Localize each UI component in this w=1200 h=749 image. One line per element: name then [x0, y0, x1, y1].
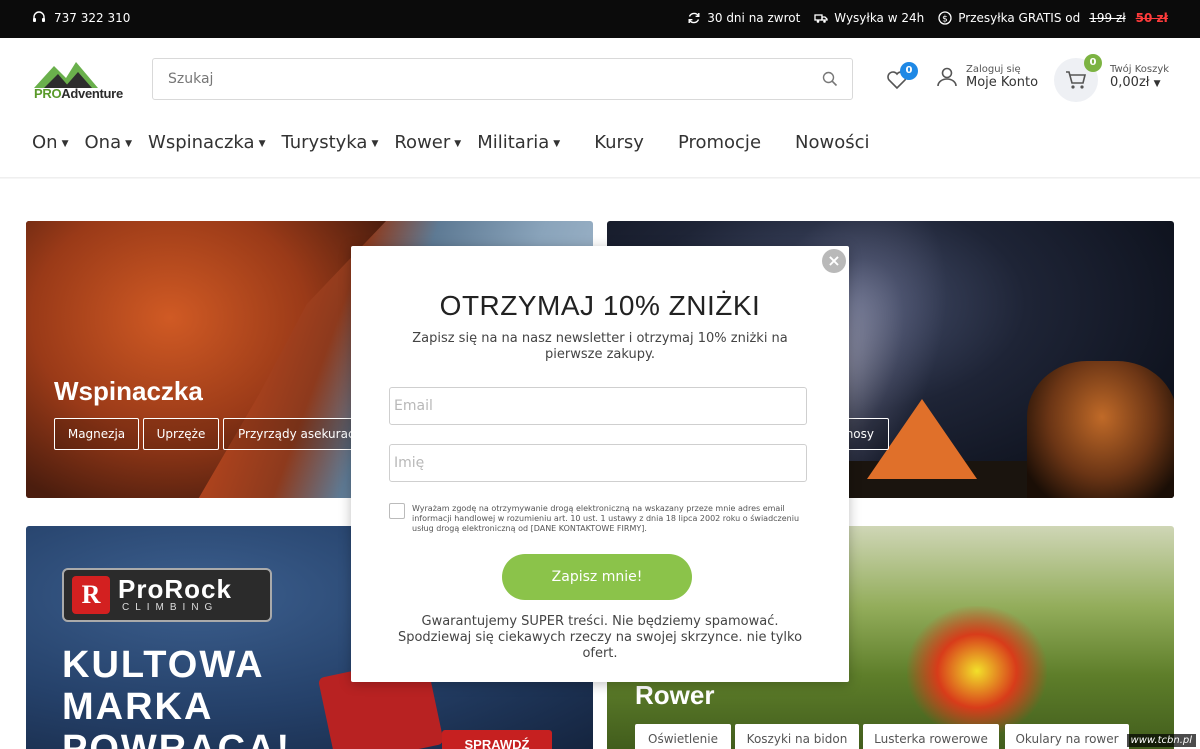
nav-item-label: Kursy — [594, 132, 644, 153]
nav-item-rower[interactable]: Rower ▼ — [394, 132, 461, 153]
logo-text[interactable]: PROAdventure — [34, 86, 123, 101]
tag-lusterka[interactable]: Lusterka rowerowe — [863, 724, 999, 749]
nav-item-label: Nowości — [795, 132, 870, 153]
nav-item-label: Wspinaczka — [148, 132, 255, 153]
truck-icon — [814, 14, 828, 23]
free-shipping-old-threshold: 199 zł — [1089, 11, 1126, 25]
nav-item-promocje[interactable]: Promocje — [678, 132, 761, 153]
phone-contact[interactable]: 737 322 310 — [32, 11, 130, 25]
caret-down-icon: ▼ — [125, 139, 133, 149]
free-shipping-feature: $ Przesyłka GRATIS od 199 zł 50 zł — [938, 11, 1168, 25]
top-bar: 737 322 310 30 dni na zwrot Wysyłka w 24… — [0, 0, 1200, 38]
tag-okulary[interactable]: Okulary na rower — [1005, 724, 1129, 749]
modal-footer-text: Gwarantujemy SUPER treści. Nie będziemy … — [397, 614, 803, 661]
cart-label: Twój Koszyk — [1110, 64, 1170, 75]
tag-uprzeze[interactable]: Uprzęże — [143, 418, 219, 450]
nav-item-label: On — [32, 132, 58, 153]
returns-text: 30 dni na zwrot — [707, 11, 801, 25]
newsletter-modal: × OTRZYMAJ 10% ZNIŻKI Zapisz się na na n… — [351, 246, 849, 682]
consent-text: Wyrażam zgodę na otrzymywanie drogą elek… — [412, 504, 800, 533]
nav-item-ona[interactable]: Ona ▼ — [85, 132, 133, 153]
caret-down-icon: ▼ — [1153, 79, 1161, 89]
prorock-logo-mark: R — [72, 576, 110, 614]
logo-rest: Adventure — [61, 86, 123, 101]
nav-item-turystyka[interactable]: Turystyka ▼ — [281, 132, 378, 153]
account-link[interactable]: Zaloguj się Moje Konto — [936, 64, 1038, 90]
nav-item-nowosci[interactable]: Nowości — [795, 132, 870, 153]
caret-down-icon: ▼ — [454, 139, 462, 149]
consent-checkbox[interactable] — [389, 503, 405, 519]
caret-down-icon: ▼ — [553, 139, 561, 149]
caret-down-icon: ▼ — [371, 139, 379, 149]
logo-pro: PRO — [34, 86, 62, 101]
prorock-logo-sub: CLIMBING — [122, 602, 219, 613]
close-icon[interactable]: × — [822, 249, 846, 273]
nav-item-label: Turystyka — [281, 132, 368, 153]
tag-koszyki[interactable]: Koszyki na bidon — [735, 724, 859, 749]
nav-item-label: Militaria — [477, 132, 550, 153]
refresh-icon — [688, 12, 700, 24]
nav-item-label: Promocje — [677, 132, 762, 153]
header-divider — [0, 177, 1200, 179]
phone-number: 737 322 310 — [54, 11, 131, 25]
search-input[interactable] — [153, 59, 793, 99]
shipping-text: Wysyłka w 24h — [834, 11, 925, 25]
name-field — [389, 444, 807, 482]
caret-down-icon: ▼ — [61, 139, 69, 149]
cart-total-value: 0,00zł — [1110, 75, 1150, 90]
banner-bike-image — [907, 606, 1047, 736]
svg-text:$: $ — [942, 15, 948, 25]
prorock-headline-line3: POWRACA! — [62, 728, 292, 749]
cart-count-badge: 0 — [1084, 54, 1102, 72]
subscribe-button[interactable]: Zapisz mnie! — [502, 554, 692, 600]
prorock-logo: R ProRock CLIMBING — [62, 568, 272, 622]
nav-item-label: Rower — [394, 132, 451, 153]
nav-item-label: Ona — [84, 132, 122, 153]
main-nav: On ▼ Ona ▼ Wspinaczka ▼ Turystyka ▼ Rower ▼ M… — [32, 132, 870, 153]
cart-icon — [1066, 71, 1087, 89]
watermark: www.tcbn.pl — [1126, 734, 1196, 747]
email-field — [389, 387, 807, 425]
search-icon[interactable] — [822, 71, 838, 87]
free-shipping-text: Przesyłka GRATIS od — [958, 11, 1081, 25]
prorock-headline: KULTOWA MARKA POWRACA! — [62, 644, 291, 749]
tag-magnezja[interactable]: Magnezja — [54, 418, 139, 450]
banner-climbing-title: Wspinaczka — [54, 376, 203, 406]
cart-total: 0,00zł ▼ — [1110, 75, 1169, 90]
nav-item-wspinaczka[interactable]: Wspinaczka ▼ — [148, 132, 265, 153]
caret-down-icon: ▼ — [258, 139, 266, 149]
prorock-logo-name: ProRock — [118, 574, 232, 604]
email-input[interactable] — [390, 388, 800, 424]
nav-item-kursy[interactable]: Kursy — [594, 132, 644, 153]
account-login-label: Zaloguj się — [966, 64, 1021, 75]
cart-summary[interactable]: Twój Koszyk 0,00zł ▼ — [1110, 64, 1169, 90]
search-bar — [152, 58, 853, 100]
name-input[interactable] — [390, 445, 800, 481]
prorock-cta-button[interactable]: SPRAWDŹ — [442, 730, 552, 749]
tag-oswietlenie[interactable]: Oświetlenie — [635, 724, 731, 749]
free-shipping-price: 50 zł — [1135, 11, 1168, 25]
shipping-feature: Wysyłka w 24h — [814, 11, 924, 25]
account-label: Moje Konto — [966, 75, 1039, 90]
prorock-headline-line2: MARKA — [62, 686, 214, 728]
nav-item-militaria[interactable]: Militaria ▼ — [477, 132, 560, 153]
nav-item-on[interactable]: On ▼ — [32, 132, 69, 153]
wishlist-count-badge: 0 — [900, 62, 918, 80]
dollar-icon: $ — [938, 11, 952, 25]
prorock-headline-line1: KULTOWA — [62, 644, 265, 686]
banner-climbing-image — [26, 221, 386, 498]
returns-feature: 30 dni na zwrot — [687, 11, 800, 25]
top-features: 30 dni na zwrot Wysyłka w 24h $ Przesyłk… — [687, 11, 1168, 25]
headset-icon — [33, 11, 45, 22]
modal-subtitle: Zapisz się na na nasz newsletter i otrzy… — [412, 331, 788, 362]
banner-tourism-trees — [1027, 361, 1174, 498]
modal-title: OTRZYMAJ 10% ZNIŻKI — [439, 290, 761, 321]
user-icon — [937, 67, 957, 87]
banner-bike-title: Rower — [635, 680, 715, 710]
